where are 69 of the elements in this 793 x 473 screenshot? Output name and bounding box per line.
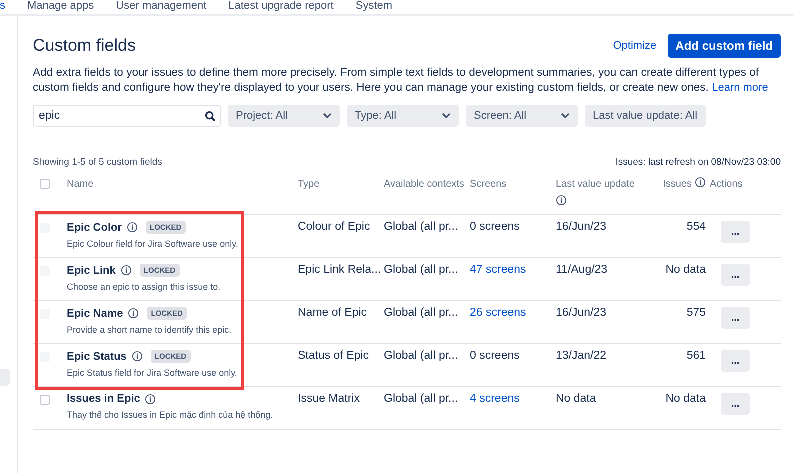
column-header: Type: [298, 178, 321, 192]
refresh-note: Issues: last refresh on 08/Nov/23 03:00: [616, 157, 781, 168]
field-name: Epic Name: [67, 308, 124, 320]
column-header: Issues: [663, 178, 692, 192]
contexts-cell-text: Global (all pr...: [384, 221, 460, 233]
info-icon: [128, 308, 140, 319]
select-all-checkbox[interactable]: [40, 179, 50, 189]
row-checkbox[interactable]: [40, 395, 50, 405]
contexts-cell-text: Global (all pr...: [384, 350, 460, 362]
last-update-cell-text: 13/Jan/22: [556, 350, 608, 362]
field-name: Epic Status: [67, 350, 127, 362]
field-description: Choose an epic to assign this issue to.: [67, 282, 222, 292]
filter-dropdown[interactable]: Project: All: [228, 105, 340, 127]
page-description: Add extra fields to your issues to define them more precisely. From simple text fields to development summaries, you can create different types of custom fields and configure how they're displayed to your users. Here you can manage your existing custom fields, or create new ones. Learn more: [33, 66, 770, 96]
field-name: Epic Color: [67, 222, 122, 234]
type-cell-text: Colour of Epic: [298, 221, 372, 233]
type-cell-text: Issue Matrix: [298, 393, 361, 405]
issues-cell-text: 575: [686, 307, 707, 319]
add-custom-field-button[interactable]: Add custom field: [668, 34, 781, 58]
issues-cell-text: No data: [664, 264, 707, 276]
field-name: Issues in Epic: [67, 393, 140, 405]
field-description: Epic Colour field for Jira Software use only.: [67, 239, 240, 249]
actions-button[interactable]: ...: [721, 393, 750, 415]
chevron-down-icon: [323, 113, 332, 119]
screens-link[interactable]: 4 screens: [470, 393, 556, 405]
contexts-cell-text: Global (all pr...: [384, 264, 460, 276]
contexts-cell-text: Global (all pr...: [384, 307, 460, 319]
type-cell-text: Status of Epic: [298, 350, 370, 362]
contexts-cell-text: Global (all pr...: [384, 393, 460, 405]
learn-more-link[interactable]: Learn more: [712, 82, 768, 94]
nav-tab[interactable]: Latest upgrade report: [228, 0, 334, 14]
issues-cell-text: 561: [686, 350, 707, 362]
search-icon: [205, 111, 216, 122]
last-update-cell-text: 16/Jun/23: [556, 221, 608, 233]
last-update-cell-text: 16/Jun/23: [556, 307, 608, 319]
field-description: Thay thế cho Issues in Epic mặc định của hệ thống.: [67, 410, 274, 420]
screens-cell-text: 0 screens: [470, 350, 521, 362]
optimize-link[interactable]: Optimize: [613, 40, 657, 52]
chevron-down-icon: [561, 113, 570, 119]
filter-button[interactable]: Last value update: All: [585, 105, 706, 127]
column-header: Available contexts: [384, 178, 466, 192]
filter-dropdown[interactable]: Type: All: [347, 105, 459, 127]
results-summary: Showing 1-5 of 5 custom fields: [33, 157, 162, 168]
column-header: Actions: [710, 178, 744, 192]
field-name: Epic Link: [67, 264, 116, 276]
filter-dropdown[interactable]: Screen: All: [466, 105, 578, 127]
type-cell-text: Epic Link Rela...: [298, 264, 382, 276]
field-description: Provide a short name to identify this epic.: [67, 325, 233, 335]
nav-tab[interactable]: Manage apps: [28, 0, 94, 14]
search-field[interactable]: epic: [33, 105, 221, 127]
last-update-cell-text: No data: [556, 393, 598, 405]
info-icon: [132, 351, 143, 362]
type-cell-text: Name of Epic: [298, 307, 368, 319]
column-header: Name: [67, 178, 95, 192]
nav-tab[interactable]: User management: [116, 0, 207, 14]
last-update-cell-text: 11/Aug/23: [556, 264, 609, 276]
page-title: Custom fields: [33, 36, 136, 56]
chevron-down-icon: [442, 113, 451, 119]
issues-cell-text: 554: [686, 221, 707, 233]
nav-tab[interactable]: System: [356, 0, 393, 14]
issues-cell-text: No data: [664, 393, 707, 405]
field-description: Epic Status field for Jira Software use only.: [67, 368, 238, 378]
column-header: Screens: [470, 178, 508, 192]
column-header: Last value update: [556, 178, 635, 192]
screens-cell-text: 0 screens: [470, 221, 521, 233]
info-icon: [127, 222, 138, 233]
info-icon: [145, 394, 156, 404]
nav-tab[interactable]: s: [0, 0, 6, 14]
info-icon: [120, 265, 132, 276]
